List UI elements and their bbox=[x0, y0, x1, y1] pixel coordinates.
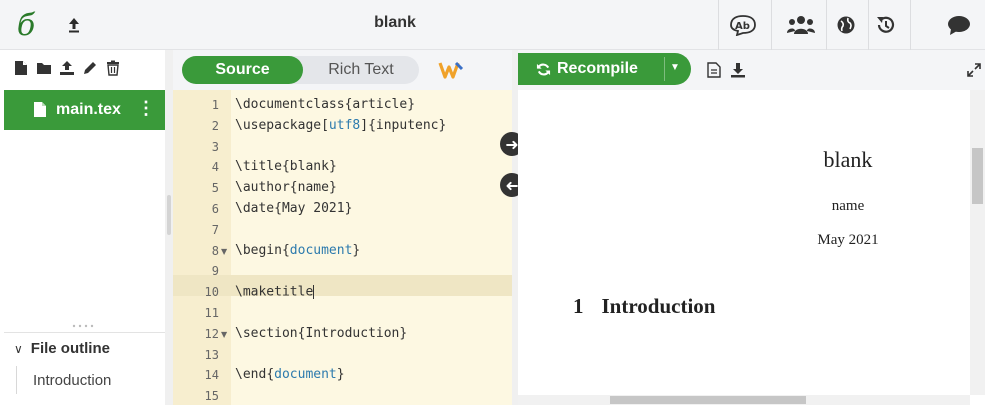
pdf-section-title: Introduction bbox=[601, 294, 716, 318]
pdf-toolbar: Recompile ▼ bbox=[518, 50, 985, 90]
top-bar: б blank Ab bbox=[0, 0, 985, 50]
line-number: 3 bbox=[211, 139, 219, 154]
code-editor[interactable]: Source Rich Text 1 \documentclass{article… bbox=[173, 50, 512, 405]
code-line[interactable]: \usepackage[utf8]{inputenc} bbox=[235, 118, 446, 133]
editor-toolbar: Source Rich Text bbox=[173, 50, 512, 90]
editor-mode-toggle: Source Rich Text bbox=[182, 56, 419, 84]
line-number: 1 bbox=[211, 98, 219, 112]
file-outline-toggle[interactable]: ∨ File outline bbox=[4, 332, 165, 364]
pdf-preview-panel: Recompile ▼ blank name May 2021 1 Introdu… bbox=[518, 50, 985, 405]
download-icon[interactable] bbox=[728, 60, 748, 80]
pdf-section-heading: 1 Introduction bbox=[573, 294, 715, 319]
file-name-label: main.tex bbox=[56, 101, 121, 118]
text-cursor bbox=[313, 285, 315, 300]
file-icon bbox=[34, 102, 46, 122]
code-line[interactable]: \documentclass{article} bbox=[235, 98, 415, 112]
code-line[interactable]: \author{name} bbox=[235, 181, 337, 195]
pdf-document-title: blank bbox=[823, 147, 873, 172]
svg-text:Ab: Ab bbox=[735, 21, 750, 32]
file-item-main-tex[interactable]: main.tex ⋮ bbox=[4, 90, 165, 130]
line-number: 9 bbox=[211, 264, 219, 279]
toolbar-separator bbox=[771, 0, 772, 50]
toolbar-separator bbox=[826, 0, 827, 50]
recompile-button[interactable]: Recompile ▼ bbox=[518, 53, 691, 85]
upload-icon[interactable] bbox=[59, 59, 75, 77]
line-number: 14 bbox=[204, 368, 219, 383]
pdf-page[interactable]: blank name May 2021 1 Introduction bbox=[518, 90, 970, 395]
writefull-icon[interactable] bbox=[438, 59, 464, 81]
share-icon[interactable] bbox=[786, 12, 816, 38]
outline-item[interactable]: Introduction bbox=[16, 366, 165, 394]
review-icon[interactable]: Ab bbox=[728, 12, 758, 38]
toolbar-separator bbox=[910, 0, 911, 50]
caret-down-icon[interactable]: ▼ bbox=[670, 62, 680, 73]
source-mode-button[interactable]: Source bbox=[182, 56, 303, 84]
history-icon[interactable] bbox=[871, 12, 901, 38]
line-number: 15 bbox=[204, 389, 219, 404]
code-line[interactable]: \section{Introduction} bbox=[235, 326, 407, 341]
line-number: 10 bbox=[204, 285, 219, 300]
active-line-highlight bbox=[173, 275, 512, 296]
code-line[interactable]: \begin{document} bbox=[235, 243, 360, 258]
toolbar-separator bbox=[868, 0, 869, 50]
pdf-section-number: 1 bbox=[573, 294, 584, 318]
line-number: 13 bbox=[204, 347, 219, 362]
line-number: 11 bbox=[204, 306, 219, 320]
fold-caret-icon[interactable]: ▼ bbox=[221, 247, 227, 256]
new-folder-icon[interactable] bbox=[36, 59, 52, 77]
project-title[interactable]: blank bbox=[300, 14, 490, 32]
refresh-icon bbox=[536, 62, 551, 77]
pdf-document-date: May 2021 bbox=[817, 232, 879, 248]
resize-grip[interactable] bbox=[167, 195, 171, 235]
new-file-icon[interactable] bbox=[13, 59, 29, 77]
file-menu-icon[interactable]: ⋮ bbox=[137, 98, 155, 119]
horizontal-scroll-thumb[interactable] bbox=[610, 396, 806, 404]
line-number: 8 bbox=[211, 243, 219, 258]
code-line[interactable]: \end{document} bbox=[235, 368, 345, 382]
file-outline-title: File outline bbox=[30, 340, 110, 357]
code-line[interactable]: \maketitle bbox=[235, 285, 315, 300]
history-globe-icon[interactable] bbox=[831, 12, 861, 38]
recompile-label: Recompile bbox=[557, 60, 638, 77]
pdf-horizontal-scrollbar[interactable] bbox=[518, 395, 970, 405]
chat-icon[interactable] bbox=[944, 12, 974, 38]
line-number: 4 bbox=[211, 160, 219, 175]
upload-arrow-icon[interactable] bbox=[62, 12, 86, 38]
rename-icon[interactable] bbox=[82, 59, 98, 77]
line-number: 6 bbox=[211, 202, 219, 216]
line-number: 2 bbox=[211, 118, 219, 133]
vertical-scroll-thumb[interactable] bbox=[972, 148, 983, 204]
expand-icon[interactable] bbox=[964, 60, 984, 80]
file-tree-resizer[interactable] bbox=[165, 50, 173, 405]
toolbar-separator bbox=[718, 0, 719, 50]
pdf-vertical-scrollbar[interactable] bbox=[970, 90, 985, 395]
outline-resize-handle[interactable] bbox=[0, 322, 165, 330]
overleaf-logo[interactable]: б bbox=[8, 6, 44, 44]
logs-icon[interactable] bbox=[704, 60, 724, 80]
rich-text-mode-button[interactable]: Rich Text bbox=[303, 56, 419, 84]
file-tree-toolbar bbox=[0, 50, 165, 86]
pdf-document-author: name bbox=[831, 198, 865, 214]
line-number: 7 bbox=[211, 222, 219, 237]
code-line[interactable]: \date{May 2021} bbox=[235, 202, 352, 216]
line-number: 12 bbox=[204, 326, 219, 341]
chevron-down-icon: ∨ bbox=[14, 341, 23, 356]
delete-icon[interactable] bbox=[105, 59, 121, 77]
line-number: 5 bbox=[211, 181, 219, 196]
code-line[interactable]: \title{blank} bbox=[235, 160, 337, 174]
recompile-separator bbox=[664, 57, 665, 81]
fold-caret-icon[interactable]: ▼ bbox=[221, 330, 227, 339]
